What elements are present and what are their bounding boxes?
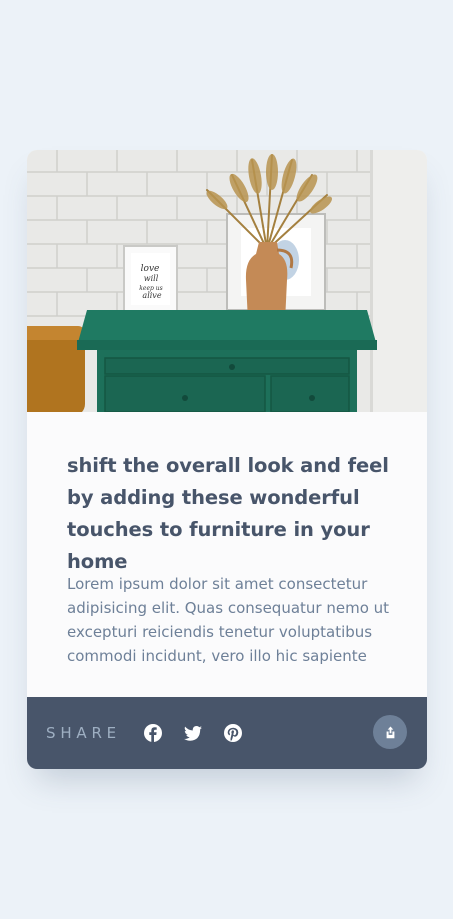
twitter-icon[interactable] [183,723,203,743]
article-title: shift the overall look and feel by addin… [67,454,389,573]
share-bar: SHARE [27,697,427,769]
article-description: Lorem ipsum dolor sit amet consectetur a… [67,575,390,665]
facebook-icon[interactable] [143,723,163,743]
svg-text:alive: alive [142,291,161,300]
article-image: love will keep us alive [27,150,427,412]
svg-text:will: will [144,274,159,283]
pinterest-icon[interactable] [223,723,243,743]
share-icon [386,726,394,738]
article-card: love will keep us alive shift the overal… [27,150,427,769]
share-label: SHARE [46,724,121,742]
share-button[interactable] [373,715,407,749]
svg-text:love: love [141,264,160,274]
card-content: shift the overall look and feel by addin… [27,412,427,697]
